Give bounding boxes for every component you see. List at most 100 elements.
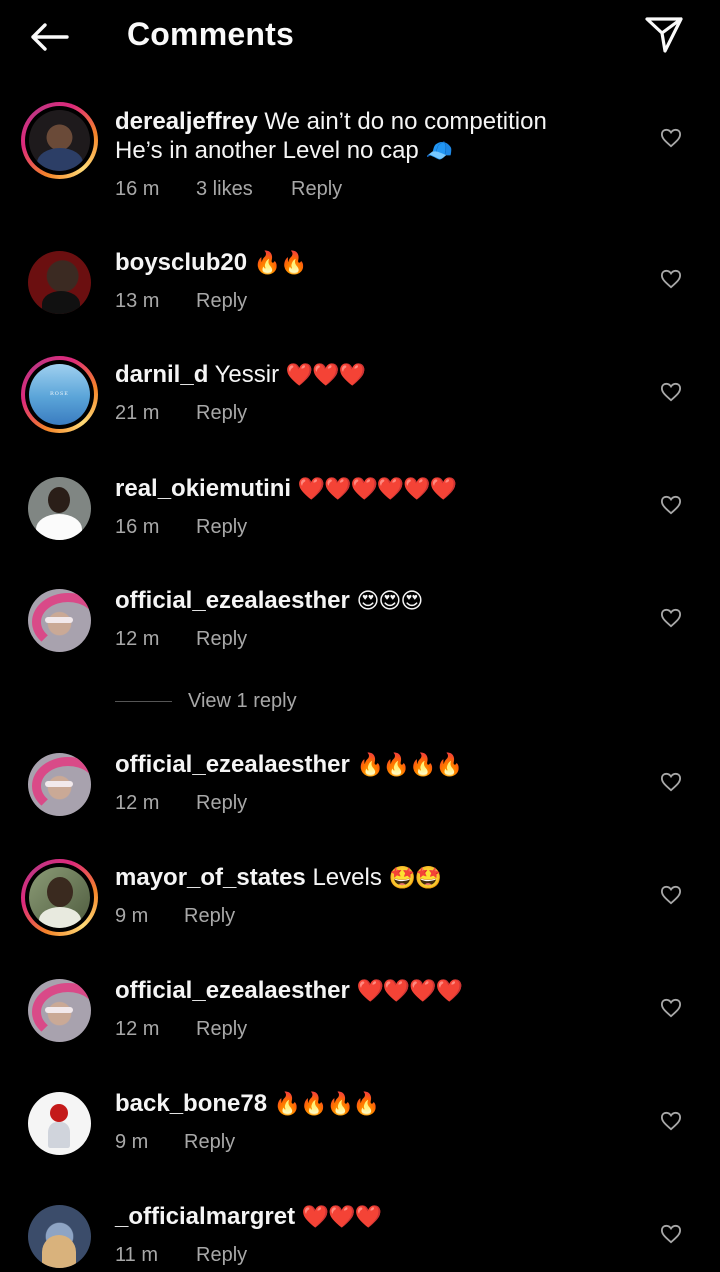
comment-text: mayor_of_states Levels 🤩🤩	[115, 863, 635, 893]
reply-button[interactable]: Reply	[291, 178, 342, 201]
comment-text: real_okiemutini ❤️❤️❤️❤️❤️❤️	[115, 474, 635, 504]
comment-username[interactable]: _officialmargret	[115, 1203, 295, 1230]
comment-username[interactable]: back_bone78	[115, 1090, 267, 1117]
reply-button[interactable]: Reply	[184, 905, 235, 928]
like-button[interactable]	[651, 1101, 691, 1141]
reply-button[interactable]: Reply	[196, 792, 247, 815]
comment-time: 9 m	[115, 1131, 149, 1153]
comment-username[interactable]: official_ezealaesther	[115, 587, 350, 614]
avatar[interactable]	[21, 1198, 98, 1272]
comment-text: official_ezealaesther 😍😍😍	[115, 586, 635, 616]
avatar[interactable]	[21, 244, 98, 321]
like-button[interactable]	[651, 259, 691, 299]
comment-item: darnil_d Yessir ❤️❤️❤️ 21 m Reply	[0, 356, 720, 436]
reply-button[interactable]: Reply	[196, 290, 247, 313]
like-button[interactable]	[651, 875, 691, 915]
avatar[interactable]	[21, 859, 98, 936]
avatar-image	[28, 1205, 91, 1268]
arrow-left-icon	[31, 23, 69, 51]
avatar-image	[28, 477, 91, 540]
comment-emoji: 😍😍😍	[356, 589, 423, 614]
comment-item: official_ezealaesther ❤️❤️❤️❤️ 12 m Repl…	[0, 972, 720, 1052]
comment-time: 16 m	[115, 178, 160, 200]
comment-item: real_okiemutini ❤️❤️❤️❤️❤️❤️ 16 m Reply	[0, 470, 720, 550]
comment-time: 12 m	[115, 1018, 160, 1040]
heart-icon	[660, 885, 682, 905]
heart-icon	[660, 1111, 682, 1131]
comment-username[interactable]: darnil_d	[115, 361, 208, 388]
heart-icon	[660, 608, 682, 628]
share-button[interactable]	[638, 10, 690, 60]
comment-item: boysclub20 🔥🔥 13 m Reply	[0, 244, 720, 324]
avatar-image	[28, 1092, 91, 1155]
comment-text: _officialmargret ❤️❤️❤️	[115, 1202, 635, 1232]
like-button[interactable]	[651, 118, 691, 158]
comment-emoji: ❤️❤️❤️	[301, 1205, 382, 1230]
avatar[interactable]	[21, 102, 98, 179]
reply-button[interactable]: Reply	[196, 1244, 247, 1267]
heart-icon	[660, 269, 682, 289]
page-title: Comments	[127, 16, 294, 52]
comment-emoji: 🔥🔥🔥🔥	[356, 753, 463, 778]
avatar[interactable]	[21, 470, 98, 547]
like-button[interactable]	[651, 372, 691, 412]
like-button[interactable]	[651, 598, 691, 638]
avatar[interactable]	[21, 746, 98, 823]
avatar-image	[29, 867, 90, 928]
comment-text: official_ezealaesther ❤️❤️❤️❤️	[115, 976, 635, 1006]
comment-text: derealjeffrey We ain’t do no competition…	[115, 107, 565, 166]
comment-likes[interactable]: 3 likes	[196, 178, 253, 201]
heart-icon	[660, 128, 682, 148]
reply-button[interactable]: Reply	[196, 628, 247, 651]
comment-item: _officialmargret ❤️❤️❤️ 11 m Reply	[0, 1198, 720, 1272]
comment-emoji: 🧢	[425, 139, 452, 164]
avatar[interactable]	[21, 972, 98, 1049]
comment-username[interactable]: official_ezealaesther	[115, 977, 350, 1004]
back-button[interactable]	[22, 14, 76, 60]
comment-body: Yessir	[214, 361, 280, 388]
comment-emoji: ❤️❤️❤️❤️	[356, 979, 463, 1004]
comment-text: boysclub20 🔥🔥	[115, 248, 635, 278]
comment-emoji: 🤩🤩	[388, 866, 442, 891]
avatar-image	[28, 979, 91, 1042]
comment-item: derealjeffrey We ain’t do no competition…	[0, 102, 720, 212]
reply-button[interactable]: Reply	[184, 1131, 235, 1154]
avatar[interactable]	[21, 582, 98, 659]
reply-button[interactable]: Reply	[196, 402, 247, 425]
comment-item: official_ezealaesther 😍😍😍 12 m Reply	[0, 582, 720, 662]
comment-emoji: 🔥🔥🔥🔥	[273, 1092, 381, 1117]
avatar-image	[28, 753, 91, 816]
avatar[interactable]	[21, 1085, 98, 1162]
paper-plane-icon	[645, 17, 683, 53]
avatar-image	[28, 589, 91, 652]
like-button[interactable]	[651, 1214, 691, 1254]
comment-time: 16 m	[115, 516, 160, 538]
view-replies-button[interactable]: View 1 reply	[115, 690, 375, 714]
comment-emoji: 🔥🔥	[253, 251, 308, 276]
comment-time: 9 m	[115, 905, 149, 927]
like-button[interactable]	[651, 762, 691, 802]
comment-emoji: ❤️❤️❤️	[285, 363, 366, 388]
like-button[interactable]	[651, 485, 691, 525]
comment-username[interactable]: official_ezealaesther	[115, 751, 350, 778]
comment-item: official_ezealaesther 🔥🔥🔥🔥 12 m Reply	[0, 746, 720, 826]
comment-username[interactable]: real_okiemutini	[115, 475, 291, 502]
like-button[interactable]	[651, 988, 691, 1028]
comment-text: darnil_d Yessir ❤️❤️❤️	[115, 360, 635, 390]
replies-divider	[115, 701, 172, 702]
comment-time: 13 m	[115, 290, 160, 312]
avatar[interactable]	[21, 356, 98, 433]
comment-emoji: ❤️❤️❤️❤️❤️❤️	[297, 477, 457, 502]
comment-username[interactable]: mayor_of_states	[115, 864, 306, 891]
comment-text: official_ezealaesther 🔥🔥🔥🔥	[115, 750, 635, 780]
comment-username[interactable]: derealjeffrey	[115, 108, 258, 135]
comment-item: back_bone78 🔥🔥🔥🔥 9 m Reply	[0, 1085, 720, 1165]
avatar-image	[29, 110, 90, 171]
comment-username[interactable]: boysclub20	[115, 249, 247, 276]
comment-body: Levels	[312, 864, 382, 891]
view-replies-label: View 1 reply	[188, 690, 297, 712]
reply-button[interactable]: Reply	[196, 1018, 247, 1041]
comments-header: Comments	[0, 0, 720, 76]
reply-button[interactable]: Reply	[196, 516, 247, 539]
heart-icon	[660, 495, 682, 515]
